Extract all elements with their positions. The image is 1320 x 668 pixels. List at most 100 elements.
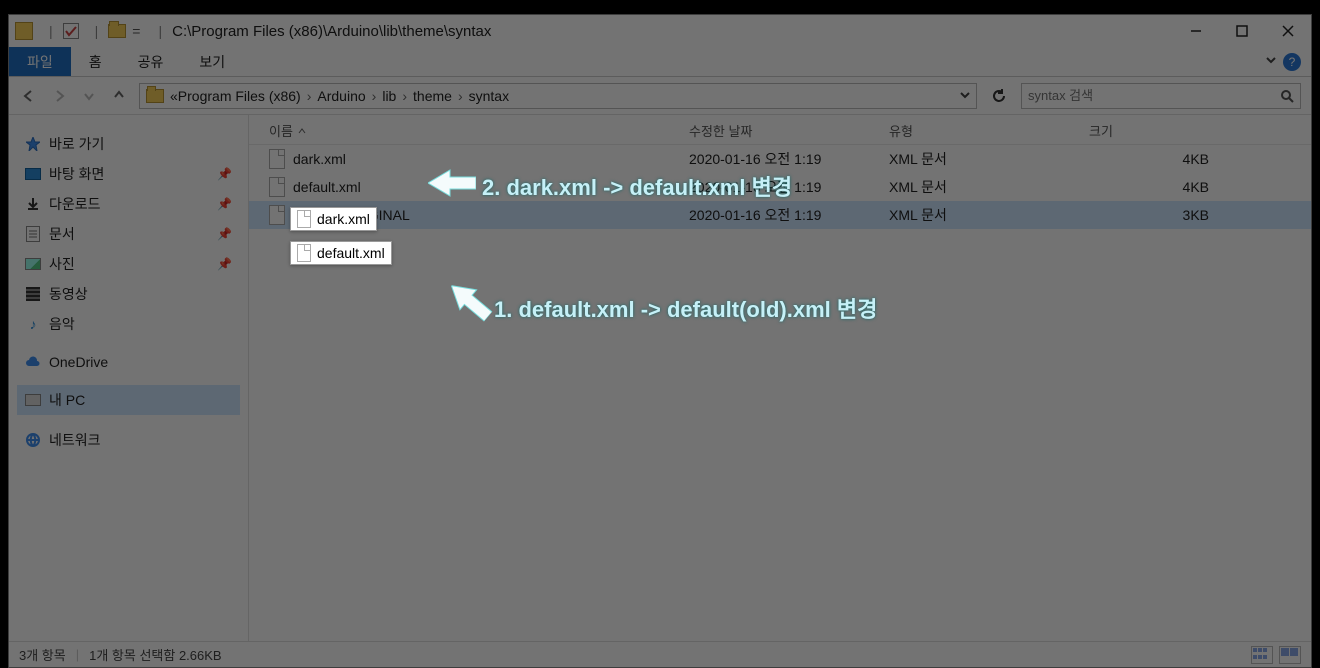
- file-type: XML 문서: [889, 177, 1089, 197]
- window-title: C:\Program Files (x86)\Arduino\lib\theme…: [172, 23, 491, 40]
- titlebar-sep3: |: [158, 23, 162, 39]
- breadcrumb-item[interactable]: Arduino: [317, 88, 365, 104]
- document-icon: [26, 226, 40, 242]
- sidebar-network[interactable]: 네트워크: [17, 425, 240, 455]
- breadcrumb-item[interactable]: Program Files (x86): [178, 88, 301, 104]
- sidebar-music[interactable]: ♪ 음악: [17, 309, 240, 339]
- view-details-button[interactable]: [1251, 646, 1273, 664]
- sidebar-label: 음악: [49, 314, 75, 334]
- file-icon: [269, 149, 285, 169]
- sidebar-label: 동영상: [49, 284, 88, 304]
- col-type[interactable]: 유형: [889, 121, 1089, 140]
- videos-icon: [26, 287, 40, 301]
- ribbon-tab-view[interactable]: 보기: [181, 47, 243, 76]
- ribbon-collapse-icon[interactable]: [1265, 54, 1277, 69]
- col-name[interactable]: 이름: [269, 121, 689, 140]
- ribbon-tab-share[interactable]: 공유: [120, 47, 182, 76]
- status-bar: 3개 항목 | 1개 항목 선택함 2.66KB: [9, 641, 1311, 667]
- breadcrumb-prefix: «: [170, 88, 178, 104]
- refresh-button[interactable]: [987, 83, 1011, 109]
- sidebar-videos[interactable]: 동영상: [17, 279, 240, 309]
- status-count: 3개 항목: [19, 645, 66, 664]
- highlight-label: default.xml: [317, 245, 385, 261]
- file-row[interactable]: default_ORIGINAL 2020-01-16 오전 1:19 XML …: [249, 201, 1311, 229]
- titlebar-folder-icon: [108, 24, 126, 38]
- file-date: 2020-01-16 오전 1:19: [689, 177, 889, 197]
- titlebar-sep: |: [49, 23, 53, 39]
- sidebar-quick-access[interactable]: 바로 가기: [17, 129, 240, 159]
- minimize-button[interactable]: [1173, 15, 1219, 47]
- sidebar-desktop[interactable]: 바탕 화면 📌: [17, 159, 240, 189]
- col-size[interactable]: 크기: [1089, 121, 1209, 140]
- sidebar-label: 다운로드: [49, 194, 101, 214]
- pin-icon: 📌: [217, 197, 232, 211]
- sidebar-label: 바탕 화면: [49, 164, 104, 184]
- pictures-icon: [25, 258, 41, 270]
- address-bar[interactable]: « Program Files (x86)› Arduino› lib› the…: [139, 83, 977, 109]
- view-large-button[interactable]: [1279, 646, 1301, 664]
- address-folder-icon: [146, 89, 164, 103]
- file-name: default.xml: [293, 179, 361, 195]
- qat-checkbox-icon[interactable]: [63, 23, 79, 39]
- address-dropdown-icon[interactable]: [960, 88, 970, 103]
- search-input[interactable]: [1028, 88, 1280, 103]
- column-headers: 이름 수정한 날짜 유형 크기: [249, 115, 1311, 145]
- sidebar-this-pc[interactable]: 내 PC: [17, 385, 240, 415]
- pin-icon: 📌: [217, 227, 232, 241]
- highlight-label: dark.xml: [317, 211, 370, 227]
- sidebar-label: 바로 가기: [49, 134, 104, 154]
- sidebar-label: 사진: [49, 254, 75, 274]
- highlight-file-default: default.xml: [290, 241, 392, 265]
- col-date[interactable]: 수정한 날짜: [689, 121, 889, 140]
- pin-icon: 📌: [217, 257, 232, 271]
- star-icon: [25, 137, 41, 151]
- file-icon: [297, 210, 311, 228]
- nav-forward-button[interactable]: [49, 89, 69, 103]
- file-type: XML 문서: [889, 205, 1089, 225]
- titlebar: | | = | C:\Program Files (x86)\Arduino\l…: [9, 15, 1311, 47]
- cloud-icon: [25, 355, 41, 369]
- ribbon-tab-file[interactable]: 파일: [9, 47, 71, 76]
- search-box[interactable]: [1021, 83, 1301, 109]
- close-button[interactable]: [1265, 15, 1311, 47]
- file-list: 이름 수정한 날짜 유형 크기 dark.xml 2020-01-16 오전 1…: [249, 115, 1311, 641]
- sidebar-pictures[interactable]: 사진 📌: [17, 249, 240, 279]
- music-icon: ♪: [25, 317, 41, 331]
- pc-icon: [25, 394, 41, 406]
- titlebar-dropdown-icon[interactable]: =: [132, 23, 140, 39]
- body: 바로 가기 바탕 화면 📌 다운로드 📌 문서 📌 사진 📌: [9, 115, 1311, 641]
- file-date: 2020-01-16 오전 1:19: [689, 205, 889, 225]
- help-icon[interactable]: ?: [1283, 53, 1301, 71]
- sidebar-label: 네트워크: [49, 430, 101, 450]
- breadcrumb-item[interactable]: lib: [382, 88, 396, 104]
- sidebar-label: OneDrive: [49, 354, 108, 370]
- explorer-window: | | = | C:\Program Files (x86)\Arduino\l…: [8, 14, 1312, 668]
- desktop-icon: [25, 168, 41, 180]
- ribbon: 파일 홈 공유 보기 ?: [9, 47, 1311, 77]
- file-icon: [269, 205, 285, 225]
- download-icon: [25, 197, 41, 211]
- sidebar-label: 문서: [49, 224, 75, 244]
- highlight-file-dark: dark.xml: [290, 207, 377, 231]
- maximize-button[interactable]: [1219, 15, 1265, 47]
- nav-history-dropdown[interactable]: [79, 89, 99, 103]
- sidebar-onedrive[interactable]: OneDrive: [17, 349, 240, 375]
- sidebar-documents[interactable]: 문서 📌: [17, 219, 240, 249]
- sidebar-downloads[interactable]: 다운로드 📌: [17, 189, 240, 219]
- file-row[interactable]: dark.xml 2020-01-16 오전 1:19 XML 문서 4KB: [249, 145, 1311, 173]
- nav-up-button[interactable]: [109, 89, 129, 103]
- file-row[interactable]: default.xml 2020-01-16 오전 1:19 XML 문서 4K…: [249, 173, 1311, 201]
- search-icon: [1280, 89, 1294, 103]
- app-folder-icon: [15, 22, 33, 40]
- breadcrumb-item[interactable]: theme: [413, 88, 452, 104]
- file-size: 4KB: [1089, 151, 1209, 167]
- file-date: 2020-01-16 오전 1:19: [689, 149, 889, 169]
- breadcrumb-item[interactable]: syntax: [469, 88, 509, 104]
- titlebar-sep2: |: [95, 23, 99, 39]
- file-size: 3KB: [1089, 207, 1209, 223]
- ribbon-tab-home[interactable]: 홈: [71, 47, 120, 76]
- file-type: XML 문서: [889, 149, 1089, 169]
- nav-back-button[interactable]: [19, 89, 39, 103]
- pin-icon: 📌: [217, 167, 232, 181]
- status-selected: 1개 항목 선택함 2.66KB: [89, 645, 221, 664]
